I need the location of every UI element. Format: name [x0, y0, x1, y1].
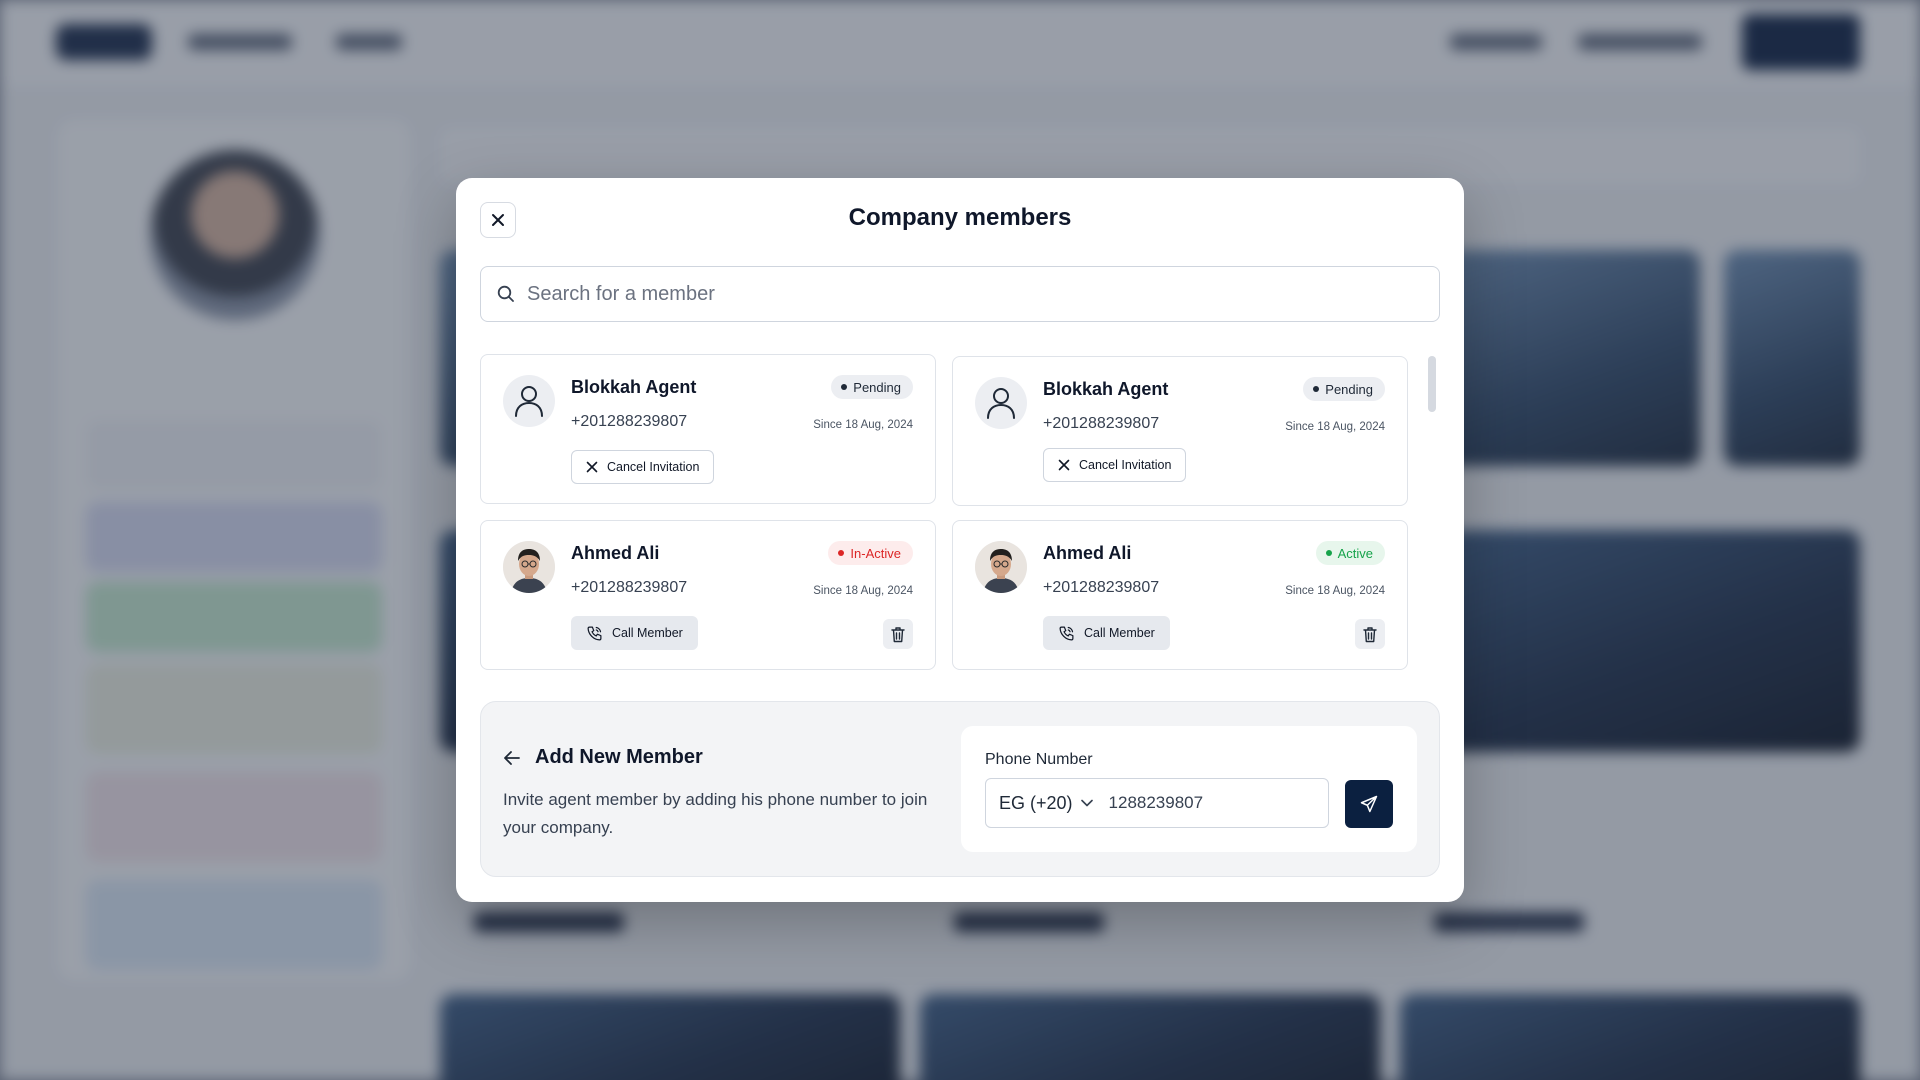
status-badge: In-Active: [828, 541, 913, 565]
add-member-panel: Add New Member Invite agent member by ad…: [480, 701, 1440, 877]
company-members-modal: Company members Blokkah Agent +201288239…: [456, 178, 1464, 902]
call-member-label: Call Member: [612, 626, 683, 640]
call-member-button[interactable]: Call Member: [1043, 616, 1170, 650]
status-dot: [838, 550, 845, 556]
member-phone: +201288239807: [571, 413, 688, 430]
arrow-left-icon[interactable]: [503, 750, 521, 766]
status-dot: [841, 384, 848, 390]
member-card: Blokkah Agent +201288239807 Pending Sinc…: [952, 356, 1408, 506]
send-invite-button[interactable]: [1345, 780, 1393, 828]
member-name: Blokkah Agent: [571, 377, 697, 397]
search-icon: [497, 285, 514, 302]
status-badge: Pending: [831, 375, 913, 399]
modal-title: Company members: [848, 204, 1072, 231]
user-placeholder-icon: [515, 386, 543, 417]
member-since: Since 18 Aug, 2024: [1285, 585, 1385, 597]
avatar: [503, 541, 555, 593]
delete-member-button[interactable]: [1355, 619, 1385, 649]
member-photo: [503, 541, 555, 593]
avatar: [975, 541, 1027, 593]
member-phone: +201288239807: [1043, 415, 1160, 432]
trash-icon: [1363, 626, 1377, 642]
delete-member-button[interactable]: [883, 619, 913, 649]
cancel-invitation-label: Cancel Invitation: [607, 460, 700, 474]
country-code-value: EG (+20): [999, 792, 1073, 813]
member-phone: +201288239807: [1043, 579, 1160, 596]
add-member-description: Invite agent member by adding his phone …: [503, 790, 928, 837]
status-label: Pending: [1325, 381, 1373, 397]
search-input[interactable]: [527, 282, 1407, 306]
phone-number-field[interactable]: EG (+20): [985, 778, 1329, 828]
call-member-button[interactable]: Call Member: [571, 616, 698, 650]
member-card: Ahmed Ali +201288239807 Active Since 18 …: [952, 520, 1408, 670]
member-name: Ahmed Ali: [1043, 543, 1132, 563]
avatar: [503, 375, 555, 427]
member-since: Since 18 Aug, 2024: [1285, 421, 1385, 433]
status-badge: Active: [1315, 541, 1385, 565]
call-member-label: Call Member: [1084, 626, 1155, 640]
close-icon: [586, 461, 598, 473]
status-label: Active: [1337, 545, 1373, 561]
status-dot: [1325, 550, 1332, 556]
send-icon: [1360, 795, 1378, 813]
scrollbar[interactable]: [1428, 356, 1436, 412]
status-label: In-Active: [850, 545, 901, 561]
phone-input-card: Phone Number EG (+20): [961, 726, 1417, 852]
add-member-header: Add New Member: [503, 746, 703, 769]
member-photo: [975, 541, 1027, 593]
status-dot: [1313, 386, 1320, 392]
member-search[interactable]: [480, 266, 1440, 322]
phone-number-input[interactable]: [1108, 793, 1299, 813]
close-icon: [1058, 459, 1070, 471]
status-badge: Pending: [1303, 377, 1385, 401]
phone-number-label: Phone Number: [985, 751, 1093, 768]
member-name: Blokkah Agent: [1043, 379, 1169, 399]
member-since: Since 18 Aug, 2024: [813, 585, 913, 597]
phone-call-icon: [587, 626, 602, 640]
cancel-invitation-label: Cancel Invitation: [1079, 458, 1172, 472]
country-code-select[interactable]: EG (+20): [999, 793, 1093, 814]
status-label: Pending: [853, 379, 901, 395]
chevron-down-icon: [1080, 799, 1093, 807]
user-placeholder-icon: [987, 388, 1015, 419]
member-since: Since 18 Aug, 2024: [813, 419, 913, 431]
member-phone: +201288239807: [571, 579, 688, 596]
add-member-title: Add New Member: [535, 746, 703, 768]
trash-icon: [891, 626, 905, 642]
cancel-invitation-button[interactable]: Cancel Invitation: [571, 450, 715, 484]
member-card: Blokkah Agent +201288239807 Pending Sinc…: [480, 354, 936, 504]
member-card: Ahmed Ali +201288239807 In-Active Since …: [480, 520, 936, 670]
phone-call-icon: [1059, 626, 1074, 640]
avatar: [975, 377, 1027, 429]
member-name: Ahmed Ali: [571, 543, 660, 563]
cancel-invitation-button[interactable]: Cancel Invitation: [1043, 448, 1187, 482]
